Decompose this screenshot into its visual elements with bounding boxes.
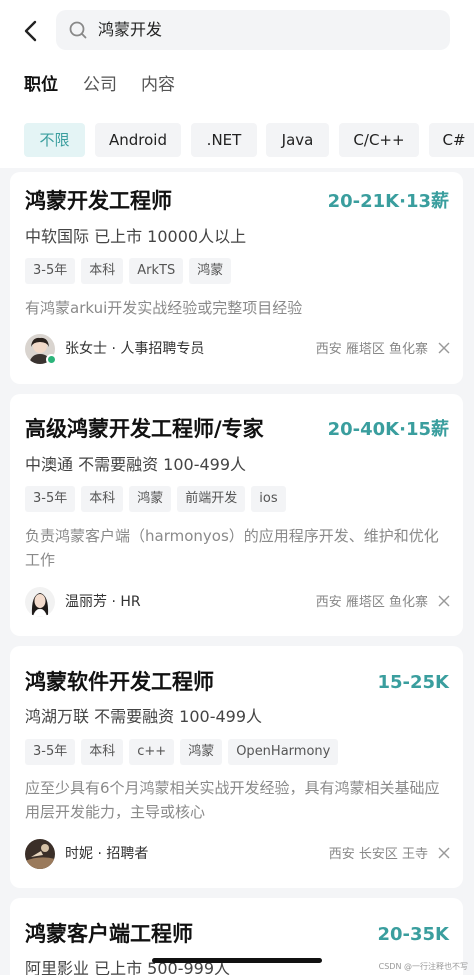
- back-arrow-icon[interactable]: [16, 16, 46, 46]
- tag: OpenHarmony: [228, 739, 339, 765]
- avatar: [25, 839, 55, 869]
- recruiter-name: 张女士 · 人事招聘专员: [65, 341, 205, 357]
- tag: 本科: [81, 739, 124, 765]
- job-location: 西安 长安区 王寺: [328, 847, 428, 862]
- top-bar: 鸿蒙开发: [0, 0, 474, 62]
- tag: 本科: [81, 486, 124, 512]
- job-description: 负责鸿蒙客户端（harmonyos）的应用程序开发、维护和优化工作: [25, 527, 439, 569]
- company-info: 中澳通 不需要融资 100-499人: [25, 455, 247, 474]
- company-info: 中软国际 已上市 10000人以上: [25, 227, 247, 246]
- search-query[interactable]: 鸿蒙开发: [98, 20, 162, 40]
- recruiter-row: 时妮 · 招聘者 西安 长安区 王寺: [25, 839, 450, 869]
- job-card[interactable]: 高级鸿蒙开发工程师/专家 20-40K·15薪 中澳通 不需要融资 100-49…: [10, 394, 463, 636]
- tag: 鸿蒙: [129, 486, 172, 512]
- recruiter-name: 温丽芳 · HR: [65, 594, 141, 610]
- tag: 鸿蒙: [180, 739, 223, 765]
- filter-chip-any[interactable]: 不限: [24, 123, 85, 157]
- job-card[interactable]: 鸿蒙开发工程师 20-21K·13薪 中软国际 已上市 10000人以上 3-5…: [10, 172, 463, 384]
- job-title: 鸿蒙软件开发工程师: [25, 670, 214, 694]
- tag: ios: [251, 486, 286, 512]
- job-card[interactable]: 鸿蒙软件开发工程师 15-25K 鸿湖万联 不需要融资 100-499人 3-5…: [10, 646, 463, 888]
- tab-content[interactable]: 内容: [141, 74, 175, 96]
- job-description: 应至少具有6个月鸿蒙相关实战开发经验，具有鸿蒙相关基础应用层开发能力，主导或核心: [25, 779, 440, 821]
- job-tags: 3-5年 本科 鸿蒙 前端开发 ios: [25, 486, 292, 512]
- job-salary: 15-25K: [377, 672, 449, 693]
- tag: 本科: [81, 258, 124, 284]
- home-indicator: [152, 958, 322, 963]
- tag: 鸿蒙: [189, 258, 232, 284]
- job-tags: 3-5年 本科 c++ 鸿蒙 OpenHarmony: [25, 739, 344, 765]
- close-icon[interactable]: [438, 595, 450, 607]
- search-icon: [69, 21, 87, 39]
- job-tags: 3-5年 本科 ArkTS 鸿蒙: [25, 258, 237, 284]
- filter-bar: 不限 Android .NET Java C/C++ C#: [0, 110, 474, 168]
- job-description: 有鸿蒙arkui开发实战经验或完整项目经验: [25, 299, 303, 317]
- recruiter-row: 温丽芳 · HR 西安 雁塔区 鱼化寨: [25, 587, 450, 617]
- tab-positions[interactable]: 职位: [24, 74, 58, 96]
- filter-chip-android[interactable]: Android: [95, 123, 181, 157]
- filter-chip-dotnet[interactable]: .NET: [191, 123, 257, 157]
- close-icon[interactable]: [438, 847, 450, 859]
- recruiter-name: 时妮 · 招聘者: [65, 846, 149, 862]
- watermark: CSDN @一行注释也不写: [378, 962, 468, 971]
- job-title: 高级鸿蒙开发工程师/专家: [25, 417, 264, 441]
- job-title: 鸿蒙客户端工程师: [25, 922, 193, 946]
- tag: 前端开发: [177, 486, 246, 512]
- tag: c++: [129, 739, 175, 765]
- filter-chip-java[interactable]: Java: [266, 123, 329, 157]
- recruiter-row: 张女士 · 人事招聘专员 西安 雁塔区 鱼化寨: [25, 334, 450, 365]
- job-title: 鸿蒙开发工程师: [25, 189, 172, 213]
- job-salary: 20-40K·15薪: [327, 419, 449, 440]
- tag: 3-5年: [25, 258, 76, 284]
- job-location: 西安 雁塔区 鱼化寨: [315, 595, 428, 610]
- filter-chip-csharp[interactable]: C#: [429, 123, 474, 157]
- avatar: [25, 587, 55, 617]
- job-salary: 20-35K: [377, 924, 449, 945]
- job-salary: 20-21K·13薪: [327, 191, 449, 212]
- online-status-dot: [46, 354, 57, 365]
- tag: 3-5年: [25, 739, 76, 765]
- tag: 3-5年: [25, 486, 76, 512]
- search-box[interactable]: 鸿蒙开发: [56, 10, 450, 50]
- company-info: 鸿湖万联 不需要融资 100-499人: [25, 707, 263, 726]
- close-icon[interactable]: [438, 342, 450, 354]
- job-location: 西安 雁塔区 鱼化寨: [315, 342, 428, 357]
- filter-chip-cpp[interactable]: C/C++: [339, 123, 419, 157]
- tag: ArkTS: [129, 258, 184, 284]
- tab-companies[interactable]: 公司: [83, 74, 117, 96]
- tab-bar: 职位 公司 内容: [0, 62, 474, 110]
